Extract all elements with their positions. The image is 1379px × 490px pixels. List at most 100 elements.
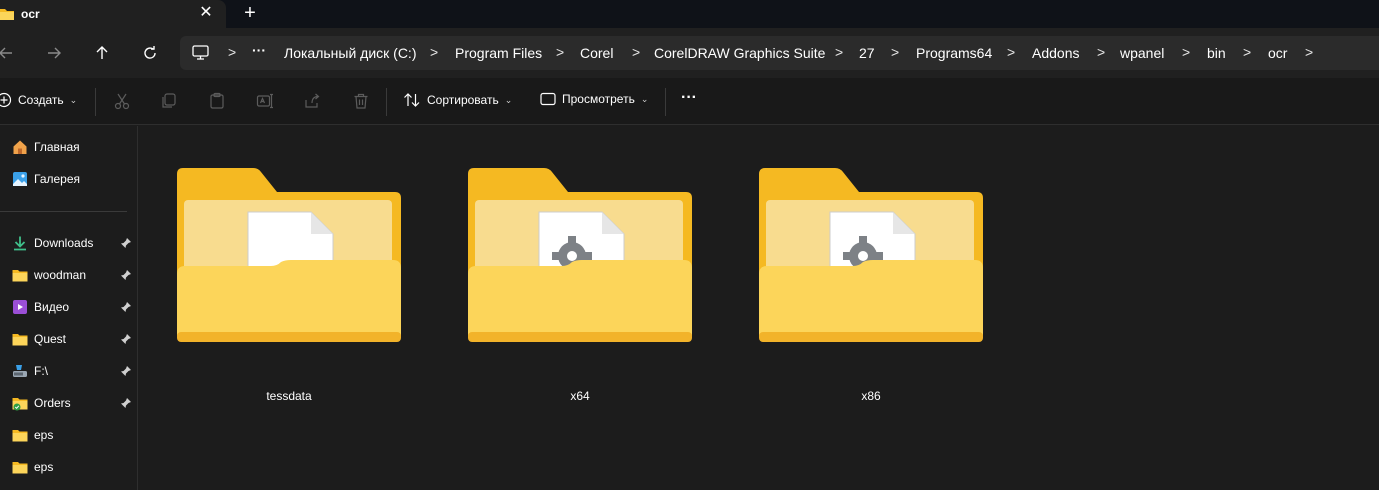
folder-name: x64 xyxy=(570,389,590,403)
arrow-up-icon xyxy=(96,46,108,59)
folder-icon xyxy=(12,334,28,346)
back-button[interactable] xyxy=(0,41,18,65)
sidebar-item-label: Orders xyxy=(34,396,71,410)
refresh-icon xyxy=(144,46,156,59)
folder-item[interactable]: x86 xyxy=(751,162,991,422)
folder-icon xyxy=(12,430,28,442)
refresh-button[interactable] xyxy=(138,41,162,65)
sidebar-item-woodman[interactable]: woodman xyxy=(0,263,137,287)
sort-icon xyxy=(404,93,420,107)
sidebar-item-video[interactable]: Видео xyxy=(0,295,137,319)
breadcrumb-separator[interactable]: > xyxy=(1243,44,1251,60)
pin-icon[interactable] xyxy=(120,301,132,313)
paste-icon[interactable] xyxy=(208,92,226,110)
close-tab-button[interactable]: ✕ xyxy=(198,4,214,22)
sidebar-item-eps[interactable]: eps xyxy=(0,423,137,447)
sidebar-item-orders[interactable]: Orders xyxy=(0,391,137,415)
chevron-down-icon: ⌄ xyxy=(504,94,513,105)
breadcrumb-separator[interactable]: > xyxy=(228,44,236,60)
sort-button[interactable]: Сортировать ⌄ xyxy=(403,92,512,108)
arrow-left-icon xyxy=(0,47,12,59)
folder-name: tessdata xyxy=(266,389,312,403)
toolbar-divider xyxy=(95,88,96,116)
sidebar-item-label: woodman xyxy=(34,268,87,282)
breadcrumb-coreldraw-suite[interactable]: CorelDRAW Graphics Suite xyxy=(654,45,825,61)
home-icon xyxy=(13,140,27,154)
share-icon[interactable] xyxy=(303,92,321,110)
breadcrumb-separator[interactable]: > xyxy=(632,44,640,60)
download-icon xyxy=(14,236,26,251)
pin-icon[interactable] xyxy=(120,365,132,377)
sort-label: Сортировать xyxy=(427,93,499,107)
navigation-bar: > ··· Локальный диск (C:) > Program File… xyxy=(0,28,1379,78)
sidebar-item-label: Галерея xyxy=(34,172,81,186)
computer-icon xyxy=(192,45,209,65)
sidebar-item-downloads[interactable]: Downloads xyxy=(0,231,137,255)
sidebar-item-label: Видео xyxy=(34,300,70,314)
rename-icon[interactable] xyxy=(256,92,274,110)
sidebar-item-eps-2[interactable]: eps xyxy=(0,455,137,479)
sidebar-item-label: Главная xyxy=(34,140,80,154)
view-button[interactable]: Просмотреть ⌄ xyxy=(540,92,648,106)
breadcrumb-programs64[interactable]: Programs64 xyxy=(916,45,992,61)
breadcrumb-separator[interactable]: > xyxy=(556,44,564,60)
sidebar-item-label: eps xyxy=(34,460,54,474)
sidebar-item-drive-f[interactable]: F:\ xyxy=(0,359,137,383)
folder-item[interactable]: x64 xyxy=(460,162,700,422)
toolbar-divider xyxy=(386,88,387,116)
pin-icon[interactable] xyxy=(120,269,132,281)
breadcrumb-separator[interactable]: > xyxy=(1007,44,1015,60)
navigation-pane: Главная Галерея Downloads woodman Видео … xyxy=(0,126,138,490)
folder-sync-icon xyxy=(12,398,28,411)
view-icon xyxy=(540,92,556,106)
breadcrumb-separator[interactable]: > xyxy=(430,44,438,60)
new-tab-button[interactable]: + xyxy=(240,3,260,23)
more-options-button[interactable]: ··· xyxy=(681,89,697,107)
folder-settings-icon xyxy=(759,168,983,342)
pin-icon[interactable] xyxy=(120,237,132,249)
breadcrumb-separator[interactable]: > xyxy=(891,44,899,60)
breadcrumb-separator[interactable]: > xyxy=(1097,44,1105,60)
folder-item[interactable]: tessdata xyxy=(169,162,409,422)
breadcrumb-program-files[interactable]: Program Files xyxy=(455,45,542,61)
breadcrumb-27[interactable]: 27 xyxy=(859,45,875,61)
sidebar-item-label: F:\ xyxy=(34,364,48,378)
delete-icon[interactable] xyxy=(352,92,370,110)
breadcrumb-local-disk[interactable]: Локальный диск (C:) xyxy=(284,45,417,61)
create-button[interactable]: Создать ⌄ xyxy=(0,92,77,108)
pin-icon[interactable] xyxy=(120,397,132,409)
folder-name: x86 xyxy=(861,389,881,403)
address-bar[interactable]: > ··· Локальный диск (C:) > Program File… xyxy=(180,36,1379,70)
title-bar: ocr ✕ + xyxy=(0,0,1379,28)
sidebar-item-label: eps xyxy=(34,428,54,442)
breadcrumb-wpanel[interactable]: wpanel xyxy=(1120,45,1164,61)
folder-icon xyxy=(0,7,14,25)
forward-button[interactable] xyxy=(42,41,66,65)
cut-icon[interactable] xyxy=(113,92,131,110)
sidebar-item-gallery[interactable]: Галерея xyxy=(0,167,137,191)
arrow-right-icon xyxy=(48,47,61,59)
up-button[interactable] xyxy=(90,41,114,65)
breadcrumb-addons[interactable]: Addons xyxy=(1032,45,1079,61)
breadcrumb-separator[interactable]: > xyxy=(1305,44,1313,60)
sidebar-item-quest[interactable]: Quest xyxy=(0,327,137,351)
breadcrumb-bin[interactable]: bin xyxy=(1207,45,1226,61)
tab-ocr[interactable]: ocr ✕ xyxy=(0,0,226,28)
chevron-down-icon: ⌄ xyxy=(640,93,649,104)
video-icon xyxy=(13,300,27,314)
breadcrumb-overflow-button[interactable]: ··· xyxy=(252,42,266,58)
gallery-icon xyxy=(13,172,27,186)
breadcrumb-corel[interactable]: Corel xyxy=(580,45,613,61)
folder-settings-icon xyxy=(468,168,692,342)
view-label: Просмотреть xyxy=(562,92,635,106)
folder-icon xyxy=(12,462,28,474)
pin-icon[interactable] xyxy=(120,333,132,345)
folder-icon xyxy=(12,270,28,282)
breadcrumb-ocr[interactable]: ocr xyxy=(1268,45,1287,61)
drive-icon xyxy=(13,365,27,377)
sidebar-item-label: Quest xyxy=(34,332,67,346)
sidebar-item-home[interactable]: Главная xyxy=(0,135,137,159)
breadcrumb-separator[interactable]: > xyxy=(1182,44,1190,60)
breadcrumb-separator[interactable]: > xyxy=(835,44,843,60)
copy-icon[interactable] xyxy=(160,92,178,110)
